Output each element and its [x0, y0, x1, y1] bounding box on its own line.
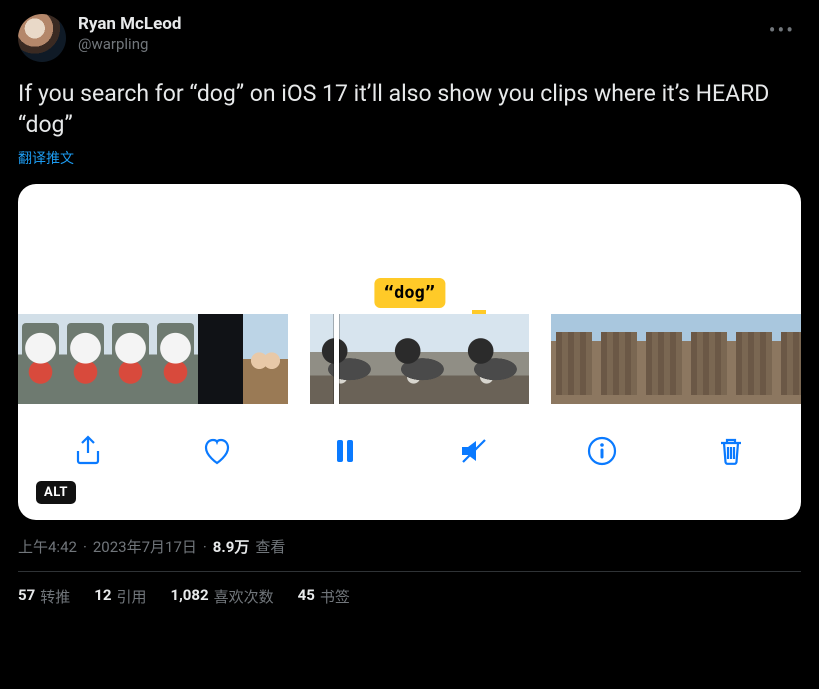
stat-quotes[interactable]: 12 引用	[94, 586, 146, 607]
stat-number: 45	[298, 586, 315, 607]
translate-link[interactable]: 翻译推文	[18, 148, 74, 168]
pause-icon[interactable]	[323, 429, 367, 473]
thumbnail	[243, 314, 288, 404]
media-toolbar	[18, 410, 801, 520]
stat-label: 书签	[320, 586, 350, 607]
thumbnail	[153, 314, 198, 404]
handle: @warpling	[78, 35, 763, 53]
tweet-time[interactable]: 上午4:42	[18, 536, 77, 557]
mute-icon[interactable]	[452, 429, 496, 473]
info-icon[interactable]	[580, 429, 624, 473]
display-name: Ryan McLeod	[78, 14, 763, 34]
thumbnail	[310, 314, 383, 404]
tweet-text: If you search for “dog” on iOS 17 it’ll …	[18, 78, 801, 140]
author-names[interactable]: Ryan McLeod @warpling	[78, 14, 763, 53]
stat-label: 喜欢次数	[214, 586, 274, 607]
tweet-header: Ryan McLeod @warpling •••	[18, 14, 801, 62]
thumbnail	[731, 314, 776, 404]
video-filmstrip[interactable]	[18, 314, 801, 404]
clip-2-active[interactable]	[310, 314, 529, 404]
stat-bookmarks[interactable]: 45 书签	[298, 586, 350, 607]
heart-icon[interactable]	[195, 429, 239, 473]
alt-badge[interactable]: ALT	[36, 481, 76, 504]
more-icon[interactable]: •••	[763, 14, 801, 46]
meta-sep: ·	[83, 538, 87, 556]
thumbnail	[63, 314, 108, 404]
avatar[interactable]	[18, 14, 66, 62]
share-icon[interactable]	[66, 429, 110, 473]
thumbnail	[641, 314, 686, 404]
caption-chip: “dog”	[374, 278, 445, 308]
clip-3[interactable]	[551, 314, 801, 404]
stat-number: 57	[18, 586, 35, 607]
stat-likes[interactable]: 1,082 喜欢次数	[170, 586, 273, 607]
thumbnail	[456, 314, 529, 404]
thumbnail	[18, 314, 63, 404]
thumbnail	[383, 314, 456, 404]
tweet-meta: 上午4:42 · 2023年7月17日 · 8.9万 查看	[18, 536, 801, 557]
thumbnail	[198, 314, 243, 404]
stat-retweets[interactable]: 57 转推	[18, 586, 70, 607]
media-card[interactable]: “dog”	[18, 184, 801, 520]
trash-icon[interactable]	[709, 429, 753, 473]
stat-label: 引用	[116, 586, 146, 607]
stat-number: 12	[94, 586, 111, 607]
thumbnail	[776, 314, 801, 404]
thumbnail	[108, 314, 153, 404]
thumbnail	[686, 314, 731, 404]
thumbnail	[551, 314, 596, 404]
stat-label: 转推	[40, 586, 70, 607]
tweet-stats: 57 转推 12 引用 1,082 喜欢次数 45 书签	[18, 572, 801, 607]
playhead[interactable]	[334, 314, 339, 404]
clip-1[interactable]	[18, 314, 288, 404]
stat-number: 1,082	[170, 586, 208, 607]
views-label: 查看	[255, 536, 285, 557]
tweet-date[interactable]: 2023年7月17日	[93, 536, 197, 557]
media-white-area: “dog”	[18, 184, 801, 314]
tweet-container: Ryan McLeod @warpling ••• If you search …	[0, 0, 819, 607]
views-number: 8.9万	[213, 536, 250, 557]
meta-sep: ·	[203, 538, 207, 556]
thumbnail	[596, 314, 641, 404]
